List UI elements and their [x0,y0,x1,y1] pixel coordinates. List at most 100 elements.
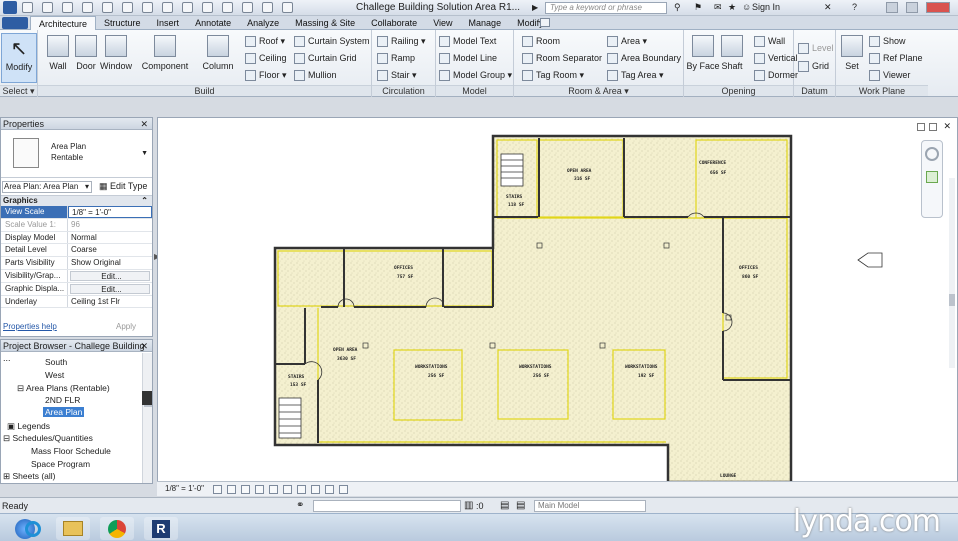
info-center-arrow-icon[interactable]: ▶ [532,3,538,12]
workset-select[interactable] [313,500,461,512]
panel-splitter-arrow-icon[interactable] [142,391,152,405]
room-button[interactable]: Room [522,34,560,48]
tag-icon[interactable] [162,2,173,13]
prop-row-view-scale[interactable]: View Scale 1/8" = 1'-0" [1,206,152,219]
room-separator-button[interactable]: Room Separator [522,51,602,65]
prop-row-display-model[interactable]: Display Model Normal [1,231,152,245]
reveal-hidden-icon[interactable] [311,485,320,494]
roof-button[interactable]: Roof ▾ [245,34,285,48]
help-icon[interactable]: ? [852,2,857,12]
shaft-button[interactable]: Shaft [714,33,750,83]
level-button[interactable]: Level [798,41,834,55]
tab-analyze[interactable]: Analyze [239,16,287,30]
text-icon[interactable] [182,2,193,13]
window-button[interactable]: Window [98,33,134,83]
application-menu-button[interactable] [2,17,28,29]
vertical-opening-button[interactable]: Vertical [754,51,798,65]
shadows-icon[interactable] [255,485,264,494]
save-icon[interactable] [42,2,53,13]
edit-type-button[interactable]: ▦ Edit Type [99,181,147,192]
properties-help-link[interactable]: Properties help [3,322,57,331]
zoom-icon[interactable] [926,171,938,183]
room-area-panel-label[interactable]: Room & Area ▾ [514,85,683,96]
modify-button[interactable]: ↖ Modify [1,33,37,83]
worksets-icon[interactable]: ⚭ [296,500,304,511]
print-icon[interactable] [102,2,113,13]
floor-plan-drawing[interactable]: OPEN AREA 316 SF CONFERENCE 656 SF STAIR… [158,118,958,484]
revit-icon[interactable]: R [144,517,178,540]
component-button[interactable]: Component [140,33,190,83]
chrome-icon[interactable] [100,517,134,540]
ref-plane-button[interactable]: Ref Plane [869,51,923,65]
area-boundary-button[interactable]: Area Boundary [607,51,681,65]
tree-item-west[interactable]: West [45,370,64,380]
type-selector[interactable]: Area Plan Rentable ▼ [1,130,152,178]
design-options-icon[interactable]: ▤ [500,500,509,511]
wall-opening-button[interactable]: Wall [754,34,785,48]
ramp-button[interactable]: Ramp [377,51,415,65]
internet-explorer-icon[interactable] [16,517,50,540]
tree-item-sheets[interactable]: ⊞ Sheets (all) [3,471,56,482]
highlight-displacement-icon[interactable] [339,485,348,494]
file-explorer-icon[interactable] [56,517,90,540]
visibility-graphics-edit-button[interactable]: Edit... [70,270,150,281]
curtain-grid-button[interactable]: Curtain Grid [294,51,357,65]
analytical-model-icon[interactable] [325,485,334,494]
3d-view-icon[interactable] [202,2,213,13]
viewport-minimize-icon[interactable] [917,123,925,131]
area-button[interactable]: Area ▾ [607,34,647,48]
vertical-scroll-thumb[interactable] [949,294,955,306]
crop-view-icon[interactable] [269,485,278,494]
tree-item-area-plan[interactable]: Area Plan [43,407,85,417]
view-scale-selector[interactable]: 1/8" = 1'-0" [165,484,204,493]
stair-button[interactable]: Stair ▾ [377,68,417,82]
grid-button[interactable]: Grid [798,59,829,73]
redo-icon[interactable] [82,2,93,13]
tree-item-space-program[interactable]: Space Program [31,459,90,469]
measure-icon[interactable] [122,2,133,13]
subscription-icon[interactable]: ⚑ [694,2,702,13]
show-crop-icon[interactable] [283,485,292,494]
tag-room-button[interactable]: Tag Room ▾ [522,68,584,82]
vertical-scrollbar[interactable] [949,178,955,368]
drawing-area[interactable]: OPEN AREA 316 SF CONFERENCE 656 SF STAIR… [157,117,958,496]
tree-item-schedules[interactable]: ⊟ Schedules/Quantities [3,433,93,444]
dormer-button[interactable]: Dormer [754,68,798,82]
floor-button[interactable]: Floor ▾ [245,68,287,82]
tab-annotate[interactable]: Annotate [187,16,239,30]
thin-lines-icon[interactable] [242,2,253,13]
tree-item-area-plans-rentable[interactable]: ⊟ Area Plans (Rentable) [17,383,110,394]
section-icon[interactable] [222,2,233,13]
tag-area-button[interactable]: Tag Area ▾ [607,68,664,82]
browser-scrollbar[interactable] [142,353,152,483]
close-properties-icon[interactable]: ✕ [140,118,148,130]
graphics-section-header[interactable]: Graphics ⌃ [1,196,152,206]
select-panel-label[interactable]: Select ▾ [0,85,37,96]
exclude-options-icon[interactable]: ▤ [516,500,525,511]
tree-item-legends[interactable]: ▣ Legends [7,421,50,432]
temporary-hide-icon[interactable] [297,485,306,494]
app-menu-icon[interactable] [3,1,17,14]
show-work-plane-button[interactable]: Show [869,34,906,48]
prop-row-underlay[interactable]: Underlay Ceiling 1st Flr [1,295,152,309]
visual-style-icon[interactable] [227,485,236,494]
editing-requests-icon[interactable]: ▥ [464,500,473,511]
collapse-icon[interactable]: ⊟ [17,383,24,393]
model-group-button[interactable]: Model Group ▾ [439,68,512,82]
tab-collaborate[interactable]: Collaborate [363,16,425,30]
search-input[interactable]: Type a keyword or phrase [545,2,667,14]
aligned-dimension-icon[interactable] [142,2,153,13]
sign-in-button[interactable]: Sign In [752,2,780,12]
ceiling-button[interactable]: Ceiling [245,51,287,65]
graphic-display-edit-button[interactable]: Edit... [70,283,150,294]
set-work-plane-button[interactable]: Set [835,33,869,83]
tab-architecture[interactable]: Architecture [30,16,97,30]
detail-level-icon[interactable] [213,485,222,494]
exchange-apps-icon[interactable]: ✕ [824,2,832,13]
apply-button[interactable]: Apply [116,322,136,331]
sun-path-icon[interactable] [241,485,250,494]
mullion-button[interactable]: Mullion [294,68,337,82]
collapse-icon[interactable]: ⊟ [3,433,10,443]
minimize-icon[interactable] [886,2,898,13]
prop-row-parts-visibility[interactable]: Parts Visibility Show Original [1,257,152,270]
